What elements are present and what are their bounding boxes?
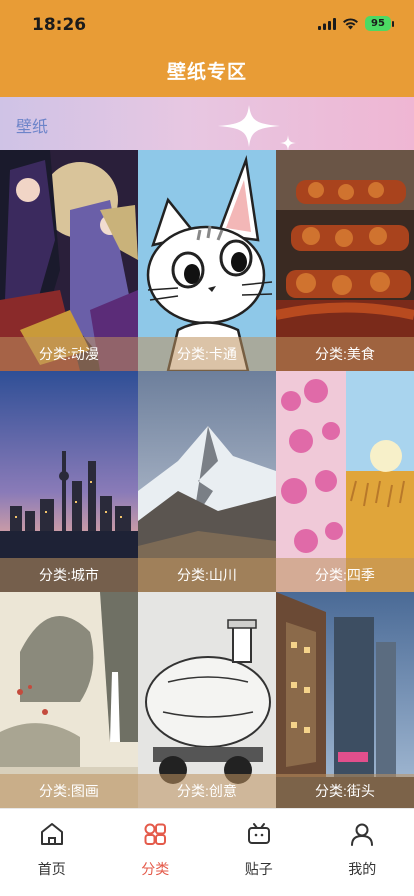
battery-tip [392, 20, 394, 27]
category-tile-painting[interactable]: 分类:图画 [0, 592, 138, 808]
bottom-tab-bar: 首页 分类 贴子 我的 [0, 808, 414, 896]
tab-label: 分类 [141, 861, 170, 877]
category-tile-street[interactable]: 分类:街头 [276, 592, 414, 808]
battery-indicator: 95 [365, 16, 391, 31]
tab-label: 我的 [348, 861, 377, 877]
tab-profile[interactable]: 我的 [311, 809, 414, 896]
category-banner: 壁纸 [0, 97, 414, 150]
profile-icon [351, 823, 374, 846]
small-sparkle-icon [280, 135, 296, 150]
category-tile-cartoon[interactable]: 分类:卡通 [138, 150, 276, 371]
tile-caption: 分类:山川 [138, 558, 276, 592]
category-icon [144, 823, 167, 845]
tile-caption: 分类:街头 [276, 774, 414, 808]
category-tile-anime[interactable]: 分类:动漫 [0, 150, 138, 371]
tab-label: 首页 [37, 861, 66, 877]
tile-caption: 分类:美食 [276, 337, 414, 371]
post-icon [247, 823, 270, 844]
tile-caption: 分类:图画 [0, 774, 138, 808]
tab-category[interactable]: 分类 [104, 809, 208, 896]
tile-caption: 分类:城市 [0, 558, 138, 592]
tile-caption: 分类:动漫 [0, 337, 138, 371]
wifi-icon [343, 17, 358, 29]
status-bar: 18:26 95 [0, 0, 414, 50]
tab-home[interactable]: 首页 [0, 809, 104, 896]
tab-label: 贴子 [244, 861, 273, 877]
sparkle-icon [218, 105, 280, 147]
wallpaper-grid: 分类:动漫 分类:卡通 分类:美食 分类:城市 分类:山川 分类:四季 分类:图… [0, 150, 414, 808]
header: 18:26 95 壁纸专区 [0, 0, 414, 97]
category-tile-seasons[interactable]: 分类:四季 [276, 371, 414, 592]
page-title: 壁纸专区 [166, 62, 247, 83]
status-icons: 95 [318, 16, 394, 31]
signal-icon [318, 17, 336, 30]
category-tile-city[interactable]: 分类:城市 [0, 371, 138, 592]
category-tile-creative[interactable]: 分类:创意 [138, 592, 276, 808]
home-icon [40, 823, 63, 845]
banner-label: 壁纸 [16, 119, 49, 136]
tab-posts[interactable]: 贴子 [207, 809, 311, 896]
status-time: 18:26 [32, 15, 87, 35]
tile-caption: 分类:卡通 [138, 337, 276, 371]
tile-caption: 分类:四季 [276, 558, 414, 592]
tile-caption: 分类:创意 [138, 774, 276, 808]
category-tile-mountains[interactable]: 分类:山川 [138, 371, 276, 592]
category-tile-food[interactable]: 分类:美食 [276, 150, 414, 371]
